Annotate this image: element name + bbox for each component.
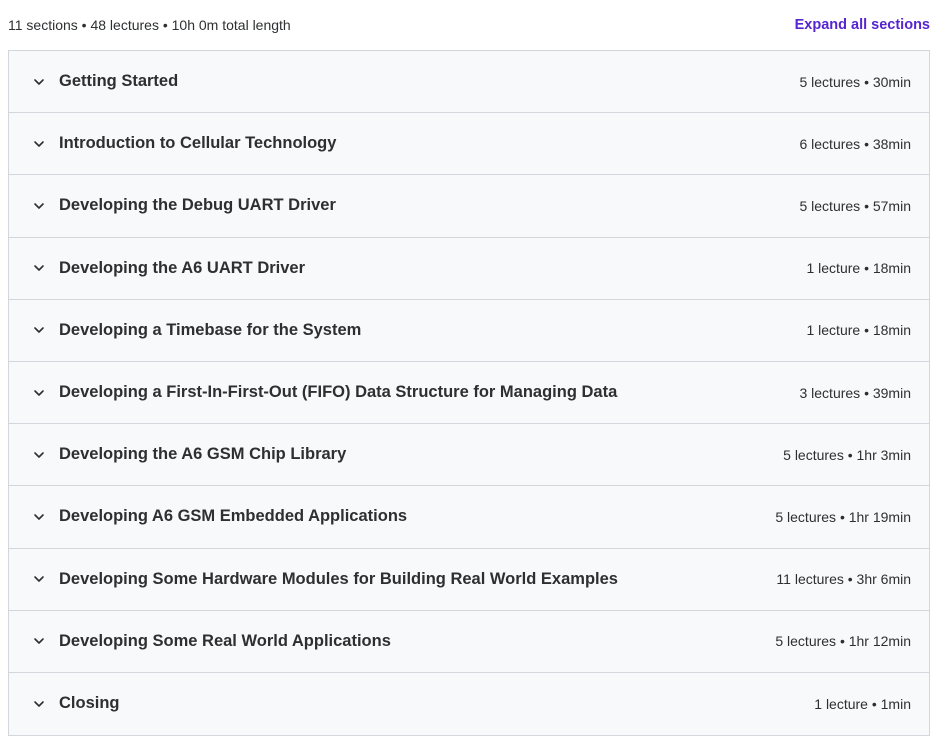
section-title: Closing [59,694,120,713]
course-curriculum: 11 sections • 48 lectures • 10h 0m total… [0,0,938,744]
section-title: Introduction to Cellular Technology [59,134,337,153]
section-title: Developing the A6 GSM Chip Library [59,445,347,464]
section-title: Developing A6 GSM Embedded Applications [59,507,408,526]
section-content-summary: 5 lectures • 1hr 12min [775,633,911,650]
curriculum-section-header[interactable]: Developing a Timebase for the System 1 le… [9,300,929,362]
section-content-summary: 1 lecture • 18min [806,322,911,339]
curriculum-section-header[interactable]: Closing 1 lecture • 1min [9,673,929,735]
chevron-down-icon [31,322,47,338]
chevron-down-icon [31,74,47,90]
section-content-summary: 5 lectures • 1hr 19min [775,508,911,525]
curriculum-section-header[interactable]: Getting Started 5 lectures • 30min [9,51,929,114]
chevron-down-icon [31,385,47,401]
curriculum-summary: 11 sections • 48 lectures • 10h 0m total… [8,17,291,33]
section-title: Developing a First-In-First-Out (FIFO) D… [59,383,618,402]
curriculum-section-header[interactable]: Developing a First-In-First-Out (FIFO) D… [9,362,929,425]
section-content-summary: 3 lectures • 39min [799,384,911,401]
chevron-down-icon [31,447,47,463]
curriculum-section-header[interactable]: Introduction to Cellular Technology 6 lec… [9,113,929,176]
chevron-down-icon [31,633,47,649]
curriculum-section-header[interactable]: Developing Some Real World Applications 5… [9,611,929,673]
section-title: Getting Started [59,72,179,91]
section-title: Developing Some Hardware Modules for Bui… [59,569,618,588]
section-content-summary: 5 lectures • 30min [799,73,911,90]
section-content-summary: 5 lectures • 1hr 3min [783,446,911,463]
section-content-summary: 1 lecture • 18min [806,260,911,277]
chevron-down-icon [31,260,47,276]
section-title: Developing the Debug UART Driver [59,196,336,215]
curriculum-section-header[interactable]: Developing the A6 UART Driver 1 lecture •… [9,238,929,300]
expand-all-sections-button[interactable]: Expand all sections [795,17,930,33]
section-title: Developing a Timebase for the System [59,320,362,339]
curriculum-section-header[interactable]: Developing Some Hardware Modules for Bui… [9,549,929,611]
curriculum-section-header[interactable]: Developing the A6 GSM Chip Library 5 lect… [9,424,929,487]
chevron-down-icon [31,696,47,712]
section-content-summary: 11 lectures • 3hr 6min [776,571,911,588]
section-content-summary: 6 lectures • 38min [799,135,911,152]
section-content-summary: 1 lecture • 1min [814,695,911,712]
curriculum-summary-bar: 11 sections • 48 lectures • 10h 0m total… [8,0,930,50]
curriculum-section-header[interactable]: Developing the Debug UART Driver 5 lectur… [9,175,929,238]
section-title: Developing Some Real World Applications [59,631,391,650]
chevron-down-icon [31,509,47,525]
chevron-down-icon [31,198,47,214]
chevron-down-icon [31,136,47,152]
section-title: Developing the A6 UART Driver [59,258,306,277]
curriculum-section-header[interactable]: Developing A6 GSM Embedded Applications 5… [9,486,929,549]
section-content-summary: 5 lectures • 57min [799,197,911,214]
chevron-down-icon [31,571,47,587]
section-list: Getting Started 5 lectures • 30min Introdu… [8,50,930,737]
